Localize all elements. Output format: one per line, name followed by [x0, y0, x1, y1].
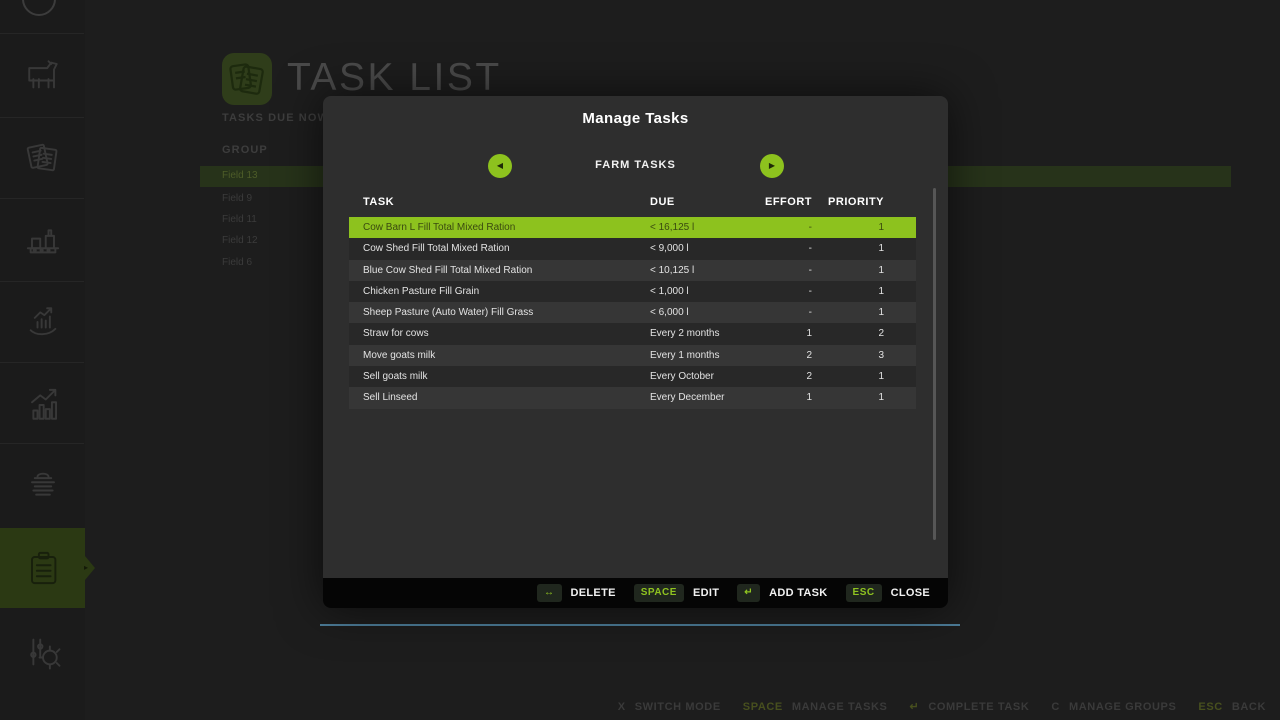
dialog-body: Manage Tasks ◀ FARM TASKS ▶ TASK DUE EFF…	[323, 96, 948, 578]
enter-key-icon: ↵	[909, 700, 919, 713]
hotkey-switch-mode[interactable]: X SWITCH MODE	[618, 701, 721, 713]
hotkey-back[interactable]: ESC BACK	[1198, 701, 1266, 713]
field-row[interactable]: Field 12	[222, 235, 258, 246]
field-row[interactable]: Field 11	[222, 214, 257, 225]
task-table: Cow Barn L Fill Total Mixed Ration < 16,…	[349, 217, 916, 409]
notch-arrow-icon: ▸	[84, 563, 88, 572]
sidebar: ▸	[0, 0, 85, 720]
tab-group-label: FARM TASKS	[323, 159, 948, 171]
task-row[interactable]: Straw for cows Every 2 months 1 2	[349, 323, 916, 344]
group-column-label: GROUP	[222, 144, 268, 156]
tuning-icon	[21, 630, 65, 674]
dialog-title: Manage Tasks	[323, 110, 948, 127]
edit-button-label[interactable]: EDIT	[693, 587, 719, 599]
hotkey-complete-task[interactable]: ↵ COMPLETE TASK	[909, 700, 1029, 713]
delete-key-icon[interactable]: ↔	[537, 584, 562, 602]
key-esc: ESC	[1198, 701, 1222, 713]
cow-icon	[21, 53, 65, 97]
enter-key-icon[interactable]: ↵	[737, 584, 760, 602]
delete-button-label[interactable]: DELETE	[571, 587, 616, 599]
list-scrollbar[interactable]	[933, 188, 936, 540]
task-row[interactable]: Move goats milk Every 1 months 2 3	[349, 345, 916, 366]
task-row[interactable]: Chicken Pasture Fill Grain < 1,000 l - 1	[349, 281, 916, 302]
field-row[interactable]: Field 6	[222, 257, 252, 268]
column-due: DUE	[650, 196, 760, 208]
key-x: X	[618, 701, 626, 713]
clipboard-icon	[21, 546, 65, 590]
page-title: TASK LIST	[287, 56, 502, 100]
field-row[interactable]: Field 9	[222, 193, 252, 204]
hotkey-manage-groups[interactable]: C MANAGE GROUPS	[1051, 701, 1176, 713]
sidebar-divider	[0, 33, 84, 34]
task-row[interactable]: Sell goats milk Every October 2 1	[349, 366, 916, 387]
game-screen: ▸ TASK LIST TASKS DUE NOW GROUP Field 13…	[0, 0, 1280, 720]
dialog-footer: ↔ DELETE SPACE EDIT ↵ ADD TASK ESC CLOSE	[323, 578, 948, 608]
sidebar-divider	[0, 281, 84, 282]
finances-icon	[21, 300, 65, 344]
hotkey-bar: X SWITCH MODE SPACE MANAGE TASKS ↵ COMPL…	[618, 700, 1266, 713]
add-task-button-label[interactable]: ADD TASK	[769, 587, 827, 599]
clock-icon	[22, 0, 56, 16]
esc-key-badge[interactable]: ESC	[846, 584, 882, 602]
manage-tasks-dialog: Manage Tasks ◀ FARM TASKS ▶ TASK DUE EFF…	[323, 96, 948, 608]
sidebar-item-contracts[interactable]	[21, 135, 65, 179]
sidebar-item-statistics[interactable]	[21, 383, 65, 427]
tasks-due-now-label: TASKS DUE NOW	[222, 112, 329, 124]
column-task: TASK	[349, 196, 650, 208]
key-c: C	[1051, 701, 1060, 713]
sidebar-item-task-list[interactable]	[0, 528, 85, 608]
task-list-page-icon	[222, 53, 272, 105]
task-row[interactable]: Blue Cow Shed Fill Total Mixed Ration < …	[349, 260, 916, 281]
task-row[interactable]: Sell Linseed Every December 1 1	[349, 387, 916, 408]
production-icon	[21, 218, 65, 262]
column-effort: EFFORT	[760, 196, 812, 208]
key-space: SPACE	[743, 701, 783, 713]
sidebar-item-settings[interactable]	[21, 630, 65, 674]
sidebar-item-production[interactable]	[21, 218, 65, 262]
task-row[interactable]: Sheep Pasture (Auto Water) Fill Grass < …	[349, 302, 916, 323]
next-tab-button[interactable]: ▶	[760, 154, 784, 178]
sidebar-divider	[0, 117, 84, 118]
column-priority: PRIORITY	[812, 196, 884, 208]
statistics-icon	[21, 383, 65, 427]
field-row-label: Field 13	[222, 170, 258, 181]
emblem-icon	[21, 463, 65, 507]
sidebar-divider	[0, 362, 84, 363]
sidebar-divider	[0, 443, 84, 444]
page-divider-line	[320, 624, 960, 626]
sidebar-item-mod[interactable]	[21, 463, 65, 507]
sidebar-item-animals[interactable]	[21, 53, 65, 97]
sidebar-item-finances[interactable]	[21, 300, 65, 344]
hotkey-manage-tasks[interactable]: SPACE MANAGE TASKS	[743, 701, 888, 713]
table-header: TASK DUE EFFORT PRIORITY	[349, 196, 916, 208]
space-key-badge[interactable]: SPACE	[634, 584, 684, 602]
task-row-selected[interactable]: Cow Barn L Fill Total Mixed Ration < 16,…	[349, 217, 916, 238]
sidebar-divider	[0, 198, 84, 199]
chevron-right-icon: ▶	[769, 162, 775, 170]
documents-icon	[21, 135, 65, 179]
close-button-label[interactable]: CLOSE	[891, 587, 930, 599]
task-row[interactable]: Cow Shed Fill Total Mixed Ration < 9,000…	[349, 238, 916, 259]
